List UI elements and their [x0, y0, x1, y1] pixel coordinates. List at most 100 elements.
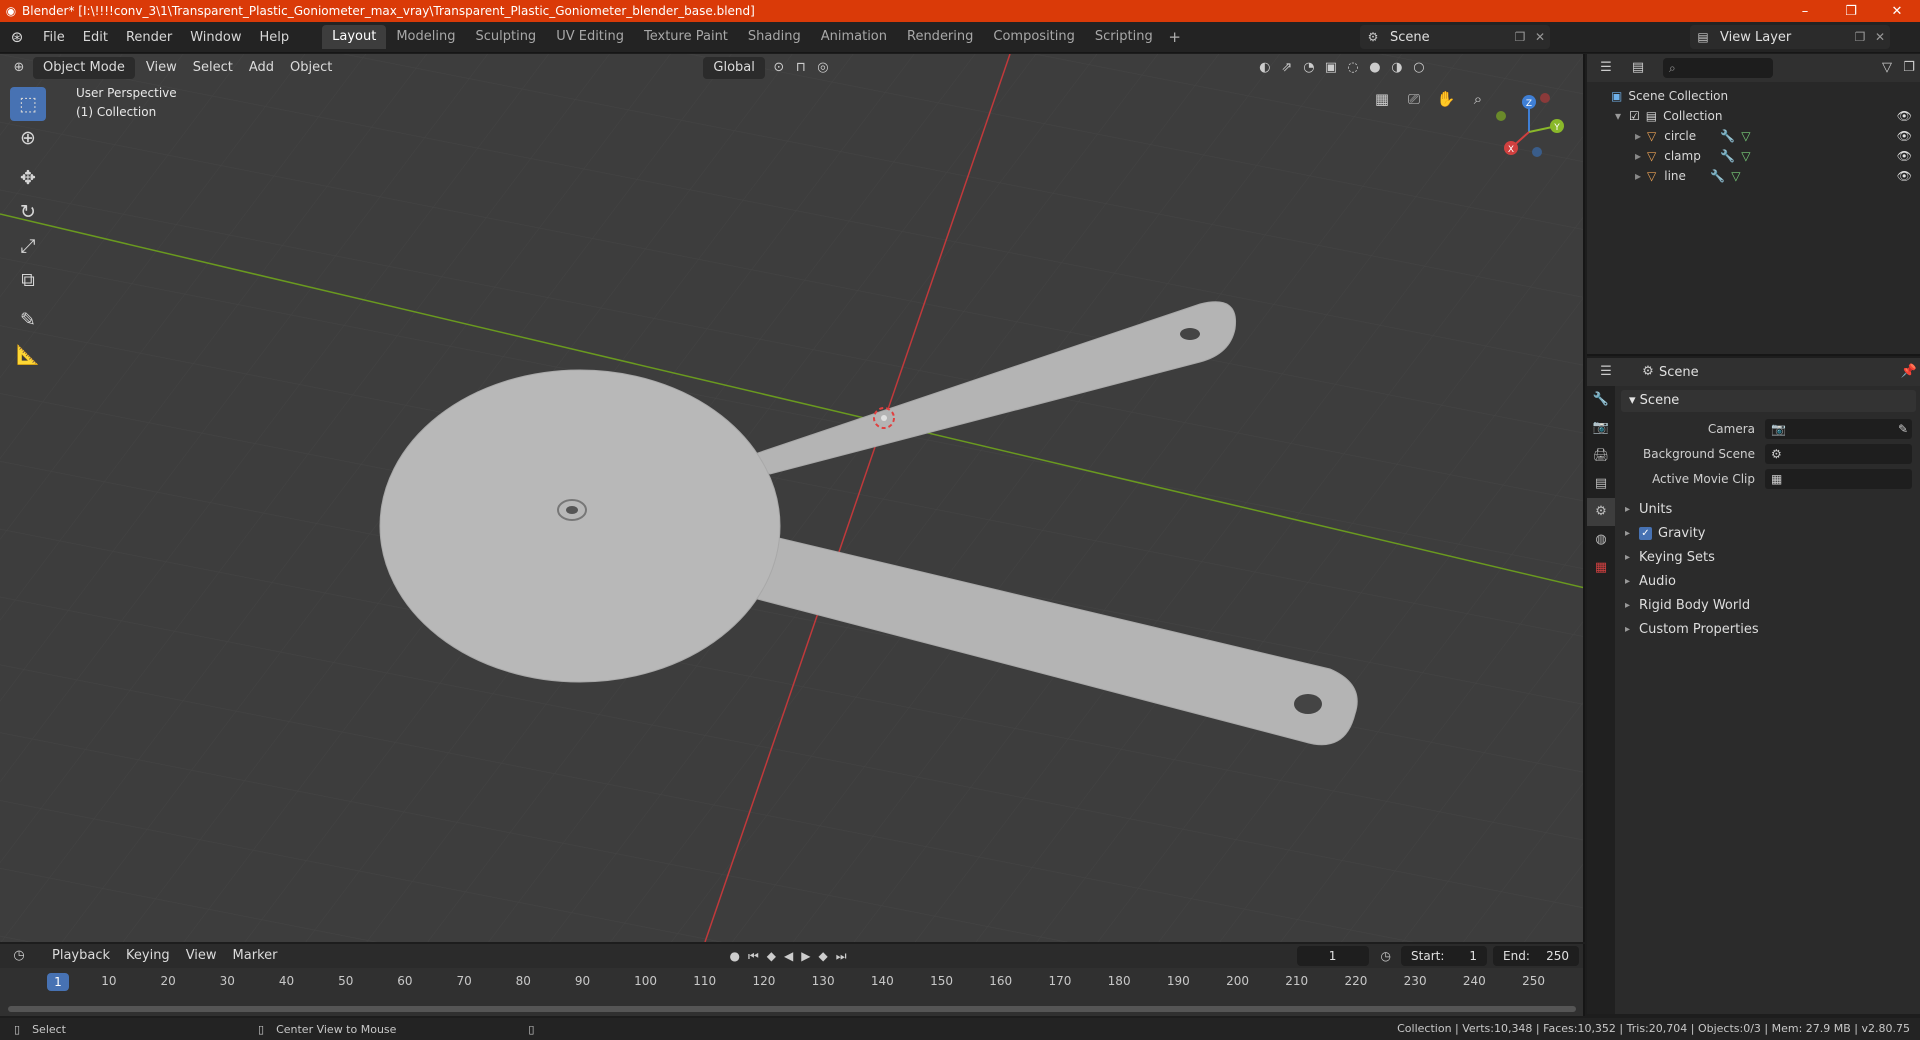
modifier-wrench-icon[interactable]: 🔧: [1720, 149, 1735, 163]
pan-hand-icon[interactable]: ✋: [1433, 86, 1459, 112]
timeline-menu-keying[interactable]: Keying: [118, 945, 178, 967]
timeline-editor-type-icon[interactable]: ◷: [8, 945, 30, 967]
delete-view-layer-icon[interactable]: ✕: [1870, 30, 1890, 44]
object-eye-icon[interactable]: 👁: [1897, 129, 1912, 143]
menu-file[interactable]: File: [34, 22, 74, 53]
outliner-collection[interactable]: ▾ ☑ ▤ Collection 👁: [1587, 106, 1920, 126]
jump-keyframe-back-icon[interactable]: ◆: [763, 949, 780, 963]
tab-rendering[interactable]: Rendering: [897, 25, 983, 49]
texture-tab-icon[interactable]: ▦: [1587, 554, 1615, 582]
add-workspace-button[interactable]: +: [1163, 28, 1187, 46]
render-tab-icon[interactable]: 📷: [1587, 414, 1615, 442]
new-view-layer-icon[interactable]: ❐: [1850, 30, 1870, 44]
expand-arrow-icon[interactable]: ▾: [1615, 109, 1629, 123]
camera-view-icon[interactable]: ⎚: [1401, 86, 1427, 112]
zoom-icon[interactable]: ⌕: [1465, 86, 1491, 112]
annotate-tool-icon[interactable]: ✎: [10, 303, 46, 337]
expand-arrow-icon[interactable]: ▸: [1635, 149, 1647, 163]
visibility-icon[interactable]: ◐: [1254, 57, 1276, 79]
outliner-object-clamp[interactable]: ▸ ▽ clamp 🔧 ▽ 👁: [1587, 146, 1920, 166]
menu-render[interactable]: Render: [117, 22, 181, 53]
tab-compositing[interactable]: Compositing: [983, 25, 1085, 49]
expand-arrow-icon[interactable]: ▸: [1635, 169, 1647, 183]
start-frame-field[interactable]: Start: 1: [1401, 946, 1488, 966]
tab-shading[interactable]: Shading: [738, 25, 811, 49]
editor-type-icon[interactable]: ⊕: [8, 57, 30, 79]
timeline-ruler[interactable]: 1 10 20 30 40 50 60 70 80 90 100 110 120 130 140 150 160…: [0, 972, 1585, 992]
cursor-tool-icon[interactable]: ⊕: [10, 121, 46, 155]
transform-tool-icon[interactable]: ⧉: [10, 263, 46, 297]
outliner-search-input[interactable]: ⌕: [1663, 58, 1773, 78]
units-panel[interactable]: ▸ Units: [1617, 497, 1920, 521]
jump-keyframe-forward-icon[interactable]: ◆: [814, 949, 831, 963]
current-frame-field[interactable]: 1: [1296, 946, 1369, 966]
expand-arrow-icon[interactable]: ▸: [1635, 129, 1647, 143]
view-layer-tab-icon[interactable]: ▤: [1587, 470, 1615, 498]
new-scene-icon[interactable]: ❐: [1510, 30, 1530, 44]
solid-shading-icon[interactable]: ●: [1364, 57, 1386, 79]
collection-eye-icon[interactable]: 👁: [1897, 109, 1912, 123]
menu-edit[interactable]: Edit: [74, 22, 117, 53]
tab-scripting[interactable]: Scripting: [1085, 25, 1163, 49]
end-frame-field[interactable]: End: 250: [1493, 946, 1580, 966]
3d-viewport[interactable]: ⊕ Object Mode View Select Add Object Glo…: [0, 54, 1585, 942]
maximize-button[interactable]: ❐: [1828, 4, 1874, 19]
tab-uv-editing[interactable]: UV Editing: [546, 25, 634, 49]
viewport-menu-add[interactable]: Add: [241, 57, 282, 79]
modifier-wrench-icon[interactable]: 🔧: [1720, 129, 1735, 143]
rigid-body-world-panel[interactable]: ▸ Rigid Body World: [1617, 593, 1920, 617]
mesh-data-icon[interactable]: ▽: [1741, 129, 1750, 143]
timeline-menu-view[interactable]: View: [178, 945, 225, 967]
tab-modeling[interactable]: Modeling: [386, 25, 465, 49]
navigation-gizmo[interactable]: Z Y X: [1489, 92, 1569, 172]
timeline-menu-playback[interactable]: Playback: [44, 945, 118, 967]
gravity-checkbox[interactable]: ✓: [1639, 526, 1652, 540]
outliner-object-line[interactable]: ▸ ▽ line 🔧 ▽ 👁: [1587, 166, 1920, 186]
select-box-tool-icon[interactable]: ⬚: [10, 87, 46, 121]
jump-start-icon[interactable]: ⏮: [744, 949, 763, 964]
custom-properties-panel[interactable]: ▸ Custom Properties: [1617, 617, 1920, 641]
background-scene-field[interactable]: ⚙: [1765, 443, 1912, 464]
tab-layout[interactable]: Layout: [322, 25, 387, 49]
overlays-icon[interactable]: ◔: [1298, 57, 1320, 79]
toggle-ortho-grid-icon[interactable]: ▦: [1369, 86, 1395, 112]
pin-icon[interactable]: 📌: [1898, 361, 1920, 383]
new-collection-icon[interactable]: ❐: [1898, 57, 1920, 79]
keying-sets-panel[interactable]: ▸ Keying Sets: [1617, 545, 1920, 569]
viewport-canvas[interactable]: [0, 54, 1585, 942]
blender-logo-icon[interactable]: ⊛: [0, 28, 34, 46]
outliner-editor-type-icon[interactable]: ☰: [1595, 57, 1617, 79]
view-layer-name-field[interactable]: View Layer: [1716, 30, 1850, 45]
timeline-menu-marker[interactable]: Marker: [225, 945, 286, 967]
viewport-menu-view[interactable]: View: [138, 57, 185, 79]
rendered-shading-icon[interactable]: ○: [1408, 57, 1430, 79]
gizmo-toggle-icon[interactable]: ⇗: [1276, 57, 1298, 79]
pivot-point-icon[interactable]: ⊙: [768, 57, 790, 79]
playhead-current-frame[interactable]: 1: [47, 973, 69, 991]
scene-tab-icon[interactable]: ⚙: [1587, 498, 1615, 526]
xray-icon[interactable]: ▣: [1320, 57, 1342, 79]
jump-end-icon[interactable]: ⏭: [832, 949, 851, 964]
collection-checkbox-icon[interactable]: ☑: [1629, 109, 1640, 123]
object-mode-dropdown[interactable]: Object Mode: [33, 57, 135, 79]
scene-name-field[interactable]: Scene: [1386, 30, 1510, 45]
tab-texture-paint[interactable]: Texture Paint: [634, 25, 738, 49]
object-eye-icon[interactable]: 👁: [1897, 169, 1912, 183]
output-tab-icon[interactable]: 🖨: [1587, 442, 1615, 470]
rotate-tool-icon[interactable]: ↻: [10, 195, 46, 229]
display-mode-icon[interactable]: ▤: [1627, 57, 1649, 79]
preview-range-icon[interactable]: ◷: [1377, 949, 1395, 963]
play-reverse-icon[interactable]: ◀: [780, 949, 797, 963]
active-movie-clip-field[interactable]: ▦: [1765, 468, 1912, 489]
timeline-scrollbar[interactable]: [8, 1006, 1576, 1012]
viewport-menu-object[interactable]: Object: [282, 57, 340, 79]
tool-tab-icon[interactable]: 🔧: [1587, 386, 1615, 414]
properties-editor-type-icon[interactable]: ☰: [1595, 361, 1617, 383]
object-eye-icon[interactable]: 👁: [1897, 149, 1912, 163]
transform-orientation-dropdown[interactable]: Global: [703, 57, 765, 79]
filter-icon[interactable]: ▽: [1876, 57, 1898, 79]
menu-window[interactable]: Window: [181, 22, 250, 53]
delete-scene-icon[interactable]: ✕: [1530, 30, 1550, 44]
menu-help[interactable]: Help: [251, 22, 299, 53]
scale-tool-icon[interactable]: ⤢: [10, 229, 46, 263]
